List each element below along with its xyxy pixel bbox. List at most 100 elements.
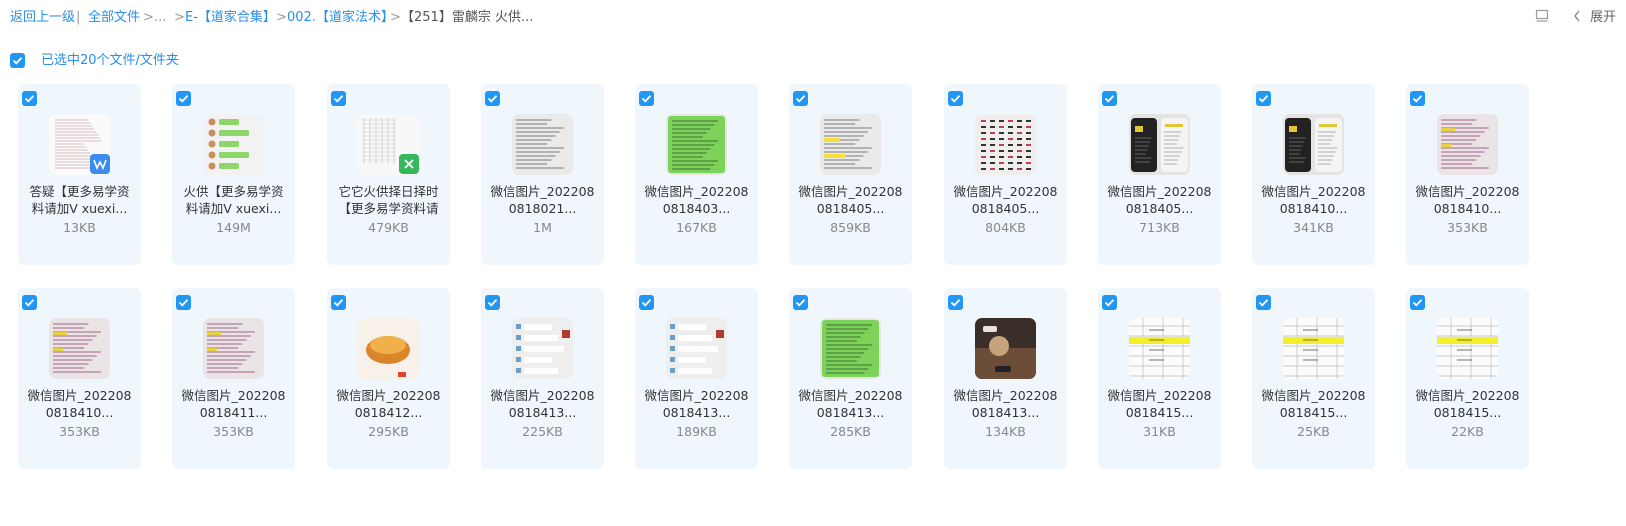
file-name-line2: 0818405... — [1125, 201, 1194, 216]
file-thumbnail — [820, 318, 881, 379]
file-name: 微信图片_202208 0818405... — [948, 183, 1063, 217]
file-name-line1: 微信图片_202208 — [644, 388, 749, 403]
file-checkbox[interactable] — [331, 91, 346, 106]
file-name-line1: 微信图片_202208 — [1261, 184, 1366, 199]
file-size: 804KB — [985, 220, 1026, 235]
file-card[interactable]: 微信图片_202208 0818413... 225KB — [481, 288, 604, 469]
file-checkbox[interactable] — [331, 295, 346, 310]
file-size: 713KB — [1139, 220, 1180, 235]
breadcrumb-folder-fashu[interactable]: 002.【道家法术】 — [287, 10, 394, 26]
file-name-line1: 微信图片_202208 — [1415, 388, 1520, 403]
chevron-left-icon[interactable] — [1572, 9, 1582, 23]
file-size: 479KB — [368, 220, 409, 235]
file-name-line1: 答疑【更多易学资 — [29, 184, 130, 199]
file-card[interactable]: 微信图片_202208 0818415... 31KB — [1098, 288, 1221, 469]
file-checkbox[interactable] — [793, 295, 808, 310]
file-card[interactable]: 微信图片_202208 0818410... 353KB — [1406, 84, 1529, 265]
file-card[interactable]: 微信图片_202208 0818405... 713KB — [1098, 84, 1221, 265]
file-checkbox[interactable] — [1256, 295, 1271, 310]
breadcrumb-folder-daojia[interactable]: E-【道家合集】 — [185, 10, 276, 26]
back-link[interactable]: 返回上一级 — [10, 10, 75, 26]
file-checkbox[interactable] — [485, 91, 500, 106]
file-size: 167KB — [676, 220, 717, 235]
file-checkbox[interactable] — [1410, 295, 1425, 310]
file-checkbox[interactable] — [948, 295, 963, 310]
file-name-line2: 0818415... — [1279, 405, 1348, 420]
select-all-checkbox[interactable] — [10, 53, 25, 68]
file-name: 微信图片_202208 0818410... — [22, 387, 137, 421]
file-size: 295KB — [368, 424, 409, 439]
file-card[interactable]: 微信图片_202208 0818405... 859KB — [789, 84, 912, 265]
breadcrumb-divider: | — [76, 10, 81, 25]
file-checkbox[interactable] — [948, 91, 963, 106]
file-card[interactable]: 微信图片_202208 0818412... 295KB — [327, 288, 450, 469]
file-name-line1: 它它火供择日择时 — [338, 184, 439, 199]
file-card[interactable]: 微信图片_202208 0818415... 22KB — [1406, 288, 1529, 469]
file-thumbnail — [512, 318, 573, 379]
selection-count-label: 已选中20个文件/文件夹 — [41, 53, 179, 68]
file-size: 13KB — [63, 220, 96, 235]
file-name-line2: 0818415... — [1433, 405, 1502, 420]
file-name-line1: 微信图片_202208 — [1107, 184, 1212, 199]
file-name-line2: 0818405... — [971, 201, 1040, 216]
file-name: 微信图片_202208 0818415... — [1410, 387, 1525, 421]
file-name-line1: 微信图片_202208 — [490, 388, 595, 403]
file-name: 微信图片_202208 0818415... — [1256, 387, 1371, 421]
file-checkbox[interactable] — [485, 295, 500, 310]
file-card[interactable]: 微信图片_202208 0818415... 25KB — [1252, 288, 1375, 469]
file-name: 微信图片_202208 0818412... — [331, 387, 446, 421]
file-card[interactable]: 微信图片_202208 0818410... 341KB — [1252, 84, 1375, 265]
breadcrumb-all-files[interactable]: 全部文件 — [88, 10, 140, 26]
file-thumbnail — [1283, 318, 1344, 379]
file-thumbnail — [358, 318, 419, 379]
file-checkbox[interactable] — [22, 295, 37, 310]
file-size: 353KB — [1447, 220, 1488, 235]
file-name-line1: 微信图片_202208 — [798, 388, 903, 403]
file-card[interactable]: 微信图片_202208 0818021... 1M — [481, 84, 604, 265]
file-name-line2: 0818411... — [199, 405, 268, 420]
file-checkbox[interactable] — [1256, 91, 1271, 106]
file-size: 1M — [533, 220, 552, 235]
file-card[interactable]: 微信图片_202208 0818405... 804KB — [944, 84, 1067, 265]
file-card[interactable]: 微信图片_202208 0818413... 189KB — [635, 288, 758, 469]
file-size: 134KB — [985, 424, 1026, 439]
file-checkbox[interactable] — [176, 91, 191, 106]
file-thumbnail — [203, 114, 264, 175]
file-size: 25KB — [1297, 424, 1330, 439]
file-card[interactable]: 微信图片_202208 0818403... 167KB — [635, 84, 758, 265]
file-name-line2: 0818410... — [1433, 201, 1502, 216]
file-card[interactable]: 微信图片_202208 0818411... 353KB — [172, 288, 295, 469]
list-view-icon[interactable] — [1535, 9, 1549, 23]
file-card[interactable]: 火供【更多易学资 料请加V xuexi... 149M — [172, 84, 295, 265]
file-name-line1: 微信图片_202208 — [490, 184, 595, 199]
breadcrumb-ellipsis[interactable]: ... — [154, 10, 166, 26]
file-card[interactable]: 微信图片_202208 0818410... 353KB — [18, 288, 141, 469]
file-thumbnail — [1437, 114, 1498, 175]
file-checkbox[interactable] — [793, 91, 808, 106]
file-name: 微信图片_202208 0818403... — [639, 183, 754, 217]
file-checkbox[interactable] — [1410, 91, 1425, 106]
file-name: 微信图片_202208 0818410... — [1256, 183, 1371, 217]
file-name-line2: 料请加V xuexi... — [31, 201, 128, 216]
file-thumbnail — [1129, 318, 1190, 379]
file-checkbox[interactable] — [22, 91, 37, 106]
file-name-line2: 0818403... — [662, 201, 731, 216]
file-checkbox[interactable] — [1102, 91, 1117, 106]
file-card[interactable]: 它它火供择日择时 【更多易学资料请 479KB — [327, 84, 450, 265]
file-card[interactable]: 答疑【更多易学资 料请加V xuexi... 13KB — [18, 84, 141, 265]
file-name-line2: 0818410... — [1279, 201, 1348, 216]
expand-button[interactable]: 展开 — [1590, 10, 1616, 26]
word-file-icon — [90, 154, 110, 174]
file-checkbox[interactable] — [639, 295, 654, 310]
file-name-line2: 0818413... — [971, 405, 1040, 420]
file-checkbox[interactable] — [176, 295, 191, 310]
file-checkbox[interactable] — [639, 91, 654, 106]
file-thumbnail — [975, 318, 1036, 379]
file-checkbox[interactable] — [1102, 295, 1117, 310]
file-name-line1: 微信图片_202208 — [181, 388, 286, 403]
file-card[interactable]: 微信图片_202208 0818413... 285KB — [789, 288, 912, 469]
file-name-line2: 料请加V xuexi... — [185, 201, 282, 216]
file-name-line2: 0818021... — [508, 201, 577, 216]
file-name-line2: 0818413... — [508, 405, 577, 420]
file-card[interactable]: 微信图片_202208 0818413... 134KB — [944, 288, 1067, 469]
